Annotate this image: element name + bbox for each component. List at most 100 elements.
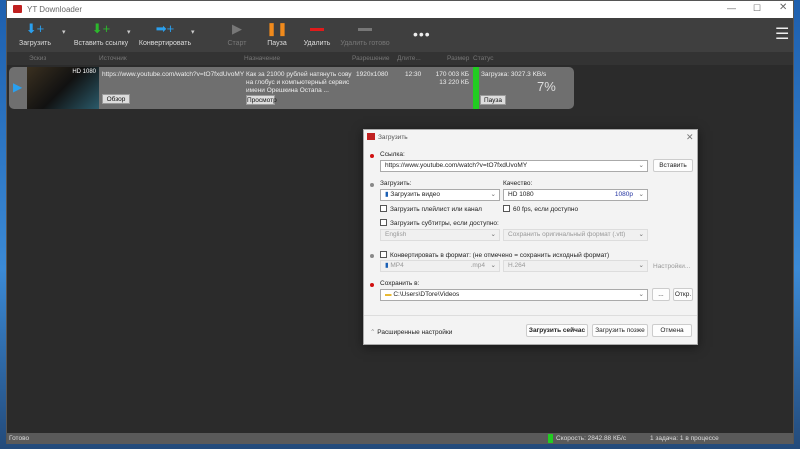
status-tasks: 1 задача: 1 в процессе (650, 435, 719, 442)
download-type-select[interactable]: ▮ Загрузить видео ⌄ (380, 189, 500, 201)
preview-button[interactable]: Просмотр (246, 95, 277, 105)
playlist-label: Загрузить плейлист или канал (390, 206, 482, 213)
convert-checkbox[interactable]: Конвертировать в формат: (не отмечено = … (380, 251, 609, 259)
convert-settings-button[interactable]: Настройки... (653, 263, 690, 270)
start-button[interactable]: ▶ Старт (222, 21, 252, 48)
start-label: Старт (227, 40, 247, 47)
chevron-down-icon: ⌄ (490, 191, 496, 198)
convert-label: Конвертировать в формат: (не отмечено = … (390, 252, 610, 259)
download-now-button[interactable]: Загрузить сейчас (526, 324, 588, 337)
toolbar: ⬇+ Загрузить ▾ ⬇+ Вставить ссылку ▾ ➡+ Конв… (7, 18, 793, 52)
minimize-button[interactable]: — (727, 3, 736, 13)
convert-dropdown-icon[interactable]: ▾ (191, 28, 195, 36)
save-path-select[interactable]: ▬ C:\Users\DTore\Videos ⌄ (380, 289, 648, 301)
convert-format-value: MP4 (390, 262, 404, 269)
convert-button[interactable]: ➡+ Конвертировать (135, 21, 195, 48)
chevron-down-icon: ⌄ (638, 191, 644, 198)
more-icon[interactable]: ••• (413, 26, 431, 42)
save-label: Сохранить в: (380, 280, 420, 287)
delete-button[interactable]: Удалить (301, 22, 333, 47)
paste-dropdown-icon[interactable]: ▾ (127, 28, 131, 36)
download-later-button[interactable]: Загрузить позже (592, 324, 648, 337)
paste-button[interactable]: Вставить (653, 159, 693, 172)
download-type-value: Загрузить видео (390, 191, 440, 198)
item-pause-button[interactable]: Пауза (480, 95, 506, 105)
column-status[interactable]: Статус (473, 55, 494, 62)
delete-label: Удалить (303, 40, 331, 47)
link-input[interactable]: https://www.youtube.com/watch?v=tO7fxdUv… (380, 160, 648, 172)
subtitles-language-select[interactable]: English ⌄ (380, 229, 500, 241)
speed-indicator-icon (548, 434, 553, 443)
close-button[interactable]: ✕ (779, 2, 787, 13)
quality-label: Качество: (503, 180, 533, 187)
column-source[interactable]: Источник (99, 55, 127, 62)
required-dot (370, 154, 374, 158)
download-item-row[interactable]: ▶ HD 1080 https://www.youtube.com/watch?… (9, 67, 574, 109)
download-dialog: Загрузить ✕ Ссылка: https://www.youtube.… (363, 129, 698, 345)
subtitles-language-value: English (385, 231, 407, 238)
column-resolution[interactable]: Разрешение (352, 55, 390, 62)
list-header: Эскиз Источник Назначение Разрешение Дли… (7, 52, 793, 65)
dialog-logo-icon (367, 133, 375, 140)
status-speed: Скорость: 2842.88 КБ/с (556, 435, 627, 442)
menu-icon[interactable]: ☰ (775, 24, 789, 44)
dialog-title: Загрузить (378, 134, 408, 141)
convert-format-select[interactable]: ▮ MP4 .mp4 ⌄ (380, 260, 500, 272)
browse-folder-button[interactable]: ... (652, 288, 670, 301)
column-duration[interactable]: Длите... (397, 55, 421, 62)
codec-select[interactable]: H.264 ⌄ (503, 260, 648, 272)
minus-icon (301, 22, 333, 36)
paste-link-icon: ⬇+ (91, 21, 111, 36)
chevron-down-icon[interactable]: ⌄ (639, 161, 644, 171)
minus-icon (339, 22, 391, 36)
quality-value: HD 1080 (508, 191, 534, 198)
download-dropdown-icon[interactable]: ▾ (62, 28, 66, 36)
section-dot (370, 254, 374, 258)
source-url: https://www.youtube.com/watch?v=tO7fxdUv… (102, 71, 245, 78)
maximize-button[interactable]: ☐ (753, 3, 761, 14)
section-dot (370, 183, 374, 187)
download-label: Загрузить (19, 40, 51, 47)
pause-button[interactable]: ❚❚ Пауза (262, 21, 292, 48)
column-size[interactable]: Размер (447, 55, 469, 62)
advanced-label: Расширенные настройки (377, 329, 453, 336)
paste-link-button[interactable]: ⬇+ Вставить ссылку (71, 21, 131, 48)
quality-select[interactable]: HD 1080 1080p ⌄ (503, 189, 648, 201)
status-ready: Готово (9, 435, 30, 442)
open-folder-button[interactable]: Откр. (673, 288, 693, 301)
status-bar: Готово Скорость: 2842.88 КБ/с 1 задача: … (7, 433, 793, 444)
play-icon: ▶ (232, 21, 242, 36)
subtitles-format-select[interactable]: Сохранить оригинальный формат (.vtt) ⌄ (503, 229, 648, 241)
advanced-settings-toggle[interactable]: ⌃ Расширенные настройки (370, 328, 452, 336)
download-button[interactable]: ⬇+ Загрузить (15, 22, 55, 48)
subtitles-label: Загрузить субтитры, если доступно: (390, 220, 499, 227)
cancel-button[interactable]: Отмена (652, 324, 692, 337)
status-text: Загрузка: 3027.3 KB/s (481, 71, 547, 78)
convert-icon: ➡+ (155, 21, 175, 36)
divider (364, 315, 697, 316)
subtitles-checkbox[interactable]: Загрузить субтитры, если доступно: (380, 219, 499, 227)
play-icon[interactable]: ▶ (13, 80, 22, 94)
app-logo-icon (13, 5, 22, 13)
duration: 12:30 (405, 71, 422, 78)
progress-percent: 7% (537, 79, 556, 94)
convert-ext: .mp4 (470, 262, 485, 269)
size-total: 170 003 КБ (435, 71, 469, 78)
playlist-checkbox[interactable]: Загрузить плейлист или канал (380, 205, 482, 213)
resolution: 1920x1080 (356, 71, 389, 78)
delete-done-button[interactable]: Удалить готово (339, 22, 391, 47)
column-destination[interactable]: Назначение (244, 55, 280, 62)
thumbnail-badge: HD 1080 (72, 69, 96, 75)
link-label: Ссылка: (380, 151, 405, 158)
pause-icon: ❚❚ (266, 21, 288, 36)
title-bar: YT Downloader — ☐ ✕ (7, 1, 793, 18)
convert-label: Конвертировать (138, 40, 192, 47)
save-path-value: C:\Users\DTore\Videos (393, 291, 460, 298)
dialog-close-icon[interactable]: ✕ (686, 132, 694, 143)
column-thumbnail[interactable]: Эскиз (29, 55, 46, 62)
quality-badge: 1080p (614, 191, 633, 198)
browse-button[interactable]: Обзор (102, 94, 130, 104)
fps-checkbox[interactable]: 60 fps, если доступно (503, 205, 578, 213)
size-done: 13 220 КБ (439, 79, 469, 86)
pause-label: Пауза (267, 40, 287, 47)
